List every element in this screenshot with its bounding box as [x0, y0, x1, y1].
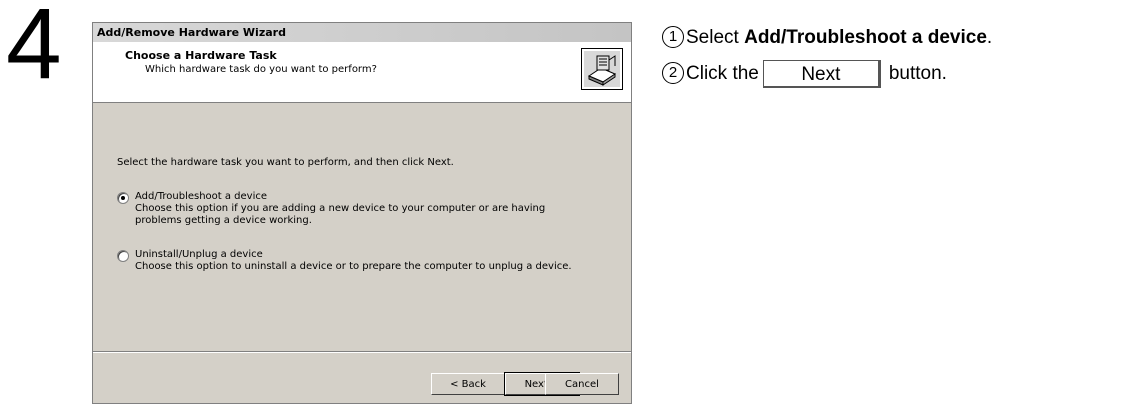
radio-selected-dot — [121, 196, 125, 200]
back-button[interactable]: < Back — [431, 373, 505, 395]
step-1-prefix: Select — [686, 27, 745, 48]
dialog-header: Choose a Hardware Task Which hardware ta… — [93, 42, 631, 103]
step-2-marker: 2 — [662, 62, 684, 85]
header-title: Choose a Hardware Task — [125, 49, 277, 62]
option-label[interactable]: Uninstall/Unplug a device — [135, 249, 263, 261]
radio-uninstall-unplug[interactable] — [117, 250, 129, 262]
step-number: 4 — [6, 0, 62, 100]
step-1-marker: 1 — [662, 26, 684, 48]
instruction-step-1: 1 Select Add/Troubleshoot a device. — [662, 24, 992, 52]
task-prompt: Select the hardware task you want to per… — [117, 157, 454, 168]
step-1-suffix: . — [986, 27, 993, 48]
option-description: Choose this option if you are adding a n… — [135, 203, 546, 226]
add-remove-hardware-wizard-dialog: Add/Remove Hardware Wizard Choose a Hard… — [92, 22, 632, 404]
step-2-suffix: button. — [888, 63, 947, 85]
step-2-prefix: Click the — [686, 63, 759, 85]
next-button-illustration: Next — [762, 60, 881, 88]
cancel-button[interactable]: Cancel — [545, 373, 619, 395]
footer-separator — [93, 351, 631, 353]
hardware-wizard-icon — [581, 48, 623, 90]
option-description: Choose this option to uninstall a device… — [135, 261, 572, 272]
option-label[interactable]: Add/Troubleshoot a device — [135, 191, 267, 203]
radio-add-troubleshoot[interactable] — [117, 192, 129, 204]
instruction-step-2: 2 Click the Next button. — [662, 60, 947, 88]
header-subtitle: Which hardware task do you want to perfo… — [145, 64, 377, 75]
dialog-title-bar: Add/Remove Hardware Wizard — [93, 23, 631, 42]
step-1-option-name: Add/Troubleshoot a device — [744, 27, 987, 48]
